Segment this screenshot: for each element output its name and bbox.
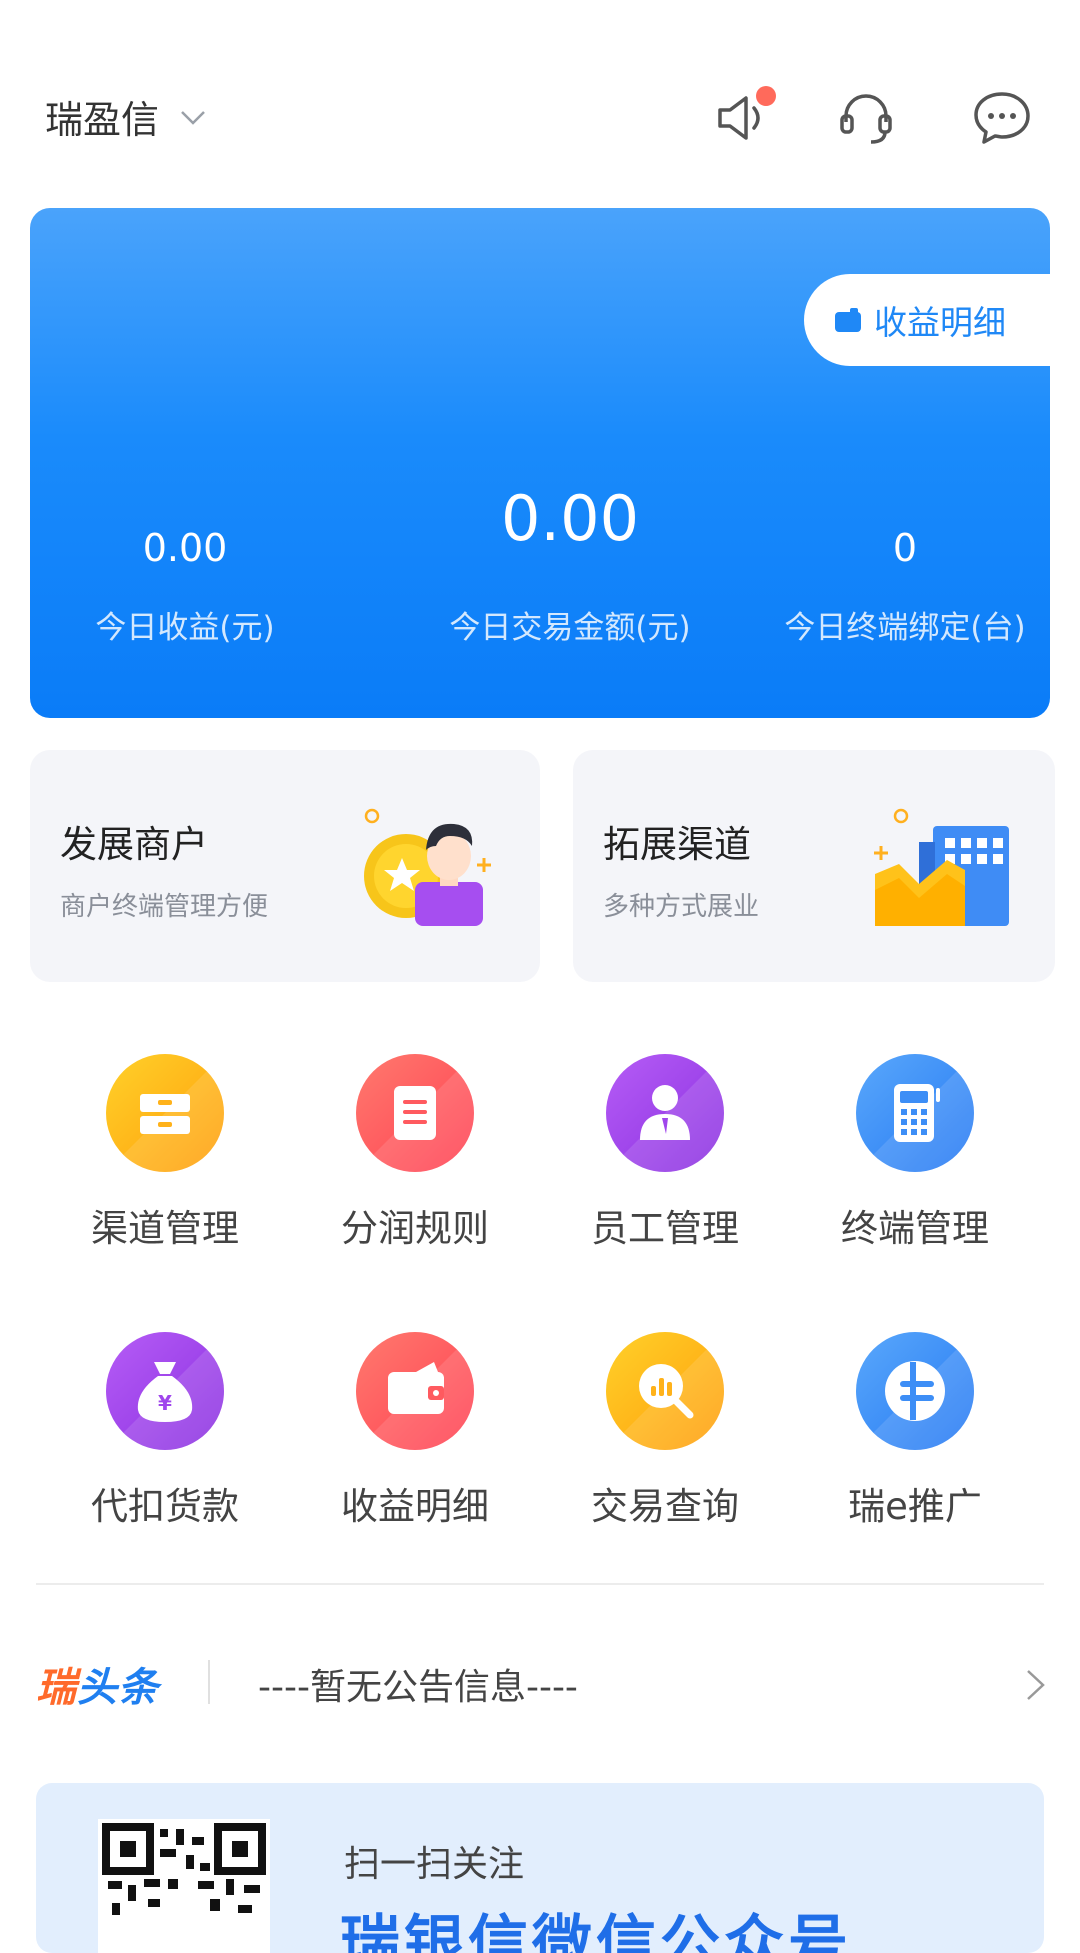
grid-label: 收益明细 (341, 1485, 489, 1528)
qr-code (98, 1819, 270, 1953)
news-logo: 瑞头条 (36, 1655, 159, 1713)
earnings-detail-grid-button[interactable] (356, 1332, 474, 1450)
expand-channel-card[interactable]: 拓展渠道 多种方式展业 (573, 750, 1055, 982)
divider (36, 1583, 1044, 1585)
cabinet-icon (106, 1054, 224, 1172)
chat-icon[interactable] (970, 86, 1034, 150)
merchant-illustration-icon (364, 808, 491, 926)
earnings-detail-button[interactable]: 收益明细 (804, 274, 1050, 366)
banner-title: 瑞银信微信公众号 (340, 1909, 852, 1953)
org-name: 瑞盈信 (45, 98, 160, 142)
chevron-right-icon[interactable] (1025, 1668, 1047, 1702)
grid-label: 瑞e推广 (848, 1485, 982, 1528)
stats-card: 收益明细 0.00 今日收益(元) 0.00 今日交易金额(元) 0 今日终端绑… (30, 208, 1050, 718)
banner-subtitle: 扫一扫关注 (344, 1844, 525, 1885)
employee-icon (606, 1054, 724, 1172)
search-chart-icon (606, 1332, 724, 1450)
wallet-icon (356, 1332, 474, 1450)
announcement-text[interactable]: ----暂无公告信息---- (258, 1658, 578, 1710)
news-separator (208, 1660, 210, 1704)
feature-subtitle: 多种方式展业 (603, 892, 760, 922)
grid-label: 交易查询 (591, 1485, 739, 1528)
feature-title: 发展商户 (60, 823, 208, 866)
promotion-button[interactable] (856, 1332, 974, 1450)
chevron-down-icon[interactable] (180, 104, 206, 130)
headset-icon[interactable] (834, 86, 898, 150)
globe-icon (856, 1332, 974, 1450)
news-logo-part2: 头条 (77, 1665, 159, 1711)
wallet-small-icon (835, 308, 861, 332)
grid-label: 渠道管理 (91, 1207, 239, 1250)
channel-management-button[interactable] (106, 1054, 224, 1172)
document-icon (356, 1054, 474, 1172)
today-trade-value: 0.00 (500, 482, 640, 555)
profit-rules-button[interactable] (356, 1054, 474, 1172)
transaction-query-button[interactable] (606, 1332, 724, 1450)
develop-merchant-card[interactable]: 发展商户 商户终端管理方便 (30, 750, 540, 982)
today-income-label: 今日收益(元) (95, 610, 275, 646)
grid-label: 分润规则 (341, 1207, 489, 1250)
news-logo-part1: 瑞 (36, 1665, 77, 1711)
today-trade-label: 今日交易金额(元) (449, 610, 691, 646)
terminal-management-button[interactable] (856, 1054, 974, 1172)
grid-label: 员工管理 (591, 1207, 739, 1250)
wechat-follow-banner[interactable]: 扫一扫关注 瑞银信微信公众号 (36, 1783, 1044, 1953)
qr-code-icon (102, 1823, 266, 1915)
feature-title: 拓展渠道 (603, 823, 751, 866)
earnings-detail-label: 收益明细 (874, 303, 1006, 342)
pos-terminal-icon (856, 1054, 974, 1172)
today-terminal-value: 0 (892, 526, 918, 570)
grid-label: 终端管理 (841, 1207, 989, 1250)
employee-management-button[interactable] (606, 1054, 724, 1172)
channel-illustration-icon (874, 808, 1009, 926)
money-bag-icon: ¥ (106, 1332, 224, 1450)
grid-label: 代扣货款 (91, 1485, 239, 1528)
org-selector[interactable]: 瑞盈信 (45, 95, 159, 145)
svg-text:¥: ¥ (158, 1391, 172, 1415)
today-income-value: 0.00 (142, 526, 228, 570)
today-terminal-label: 今日终端绑定(台) (784, 610, 1026, 646)
withhold-payment-button[interactable]: ¥ (106, 1332, 224, 1450)
notification-dot (756, 86, 776, 106)
feature-subtitle: 商户终端管理方便 (60, 892, 269, 922)
